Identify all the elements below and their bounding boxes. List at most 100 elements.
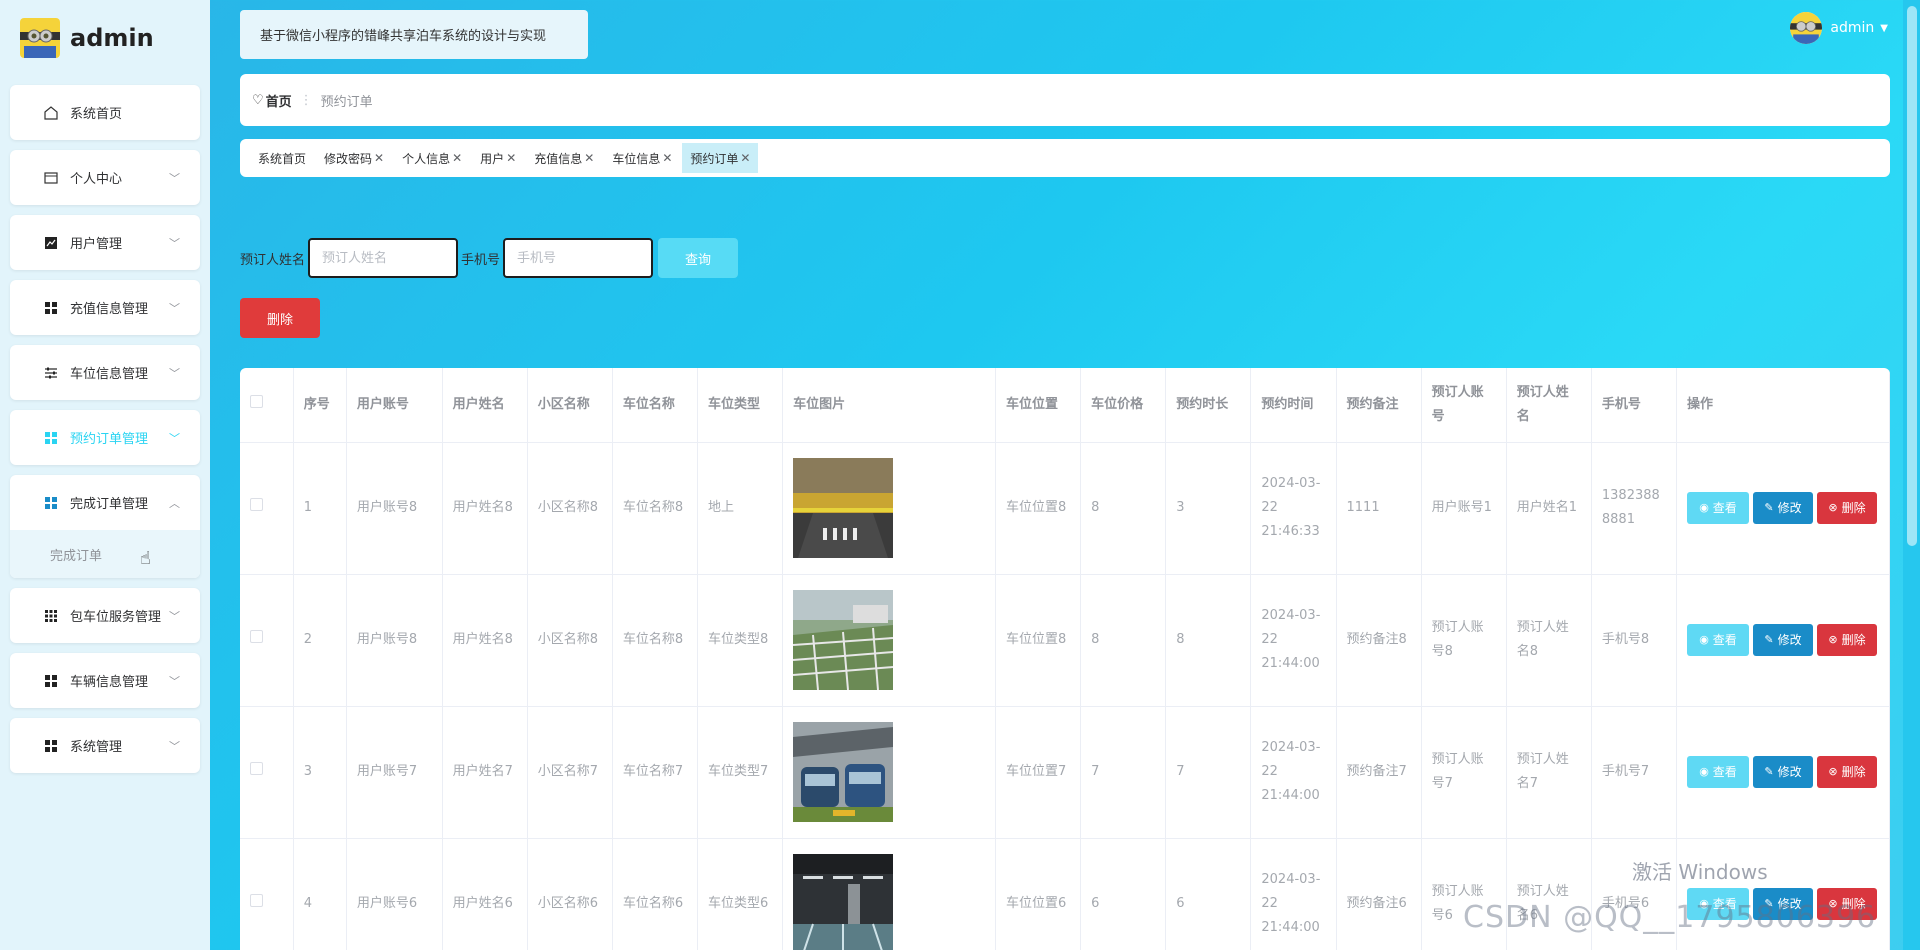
name-label: 预订人姓名 (240, 252, 306, 268)
chevron-down-icon: ﹀ (169, 675, 180, 688)
tag-reservation[interactable]: 预约订单 ✕ (682, 143, 759, 173)
col-header: 手机号 (1591, 368, 1678, 443)
breadcrumb-current: 预约订单 (320, 94, 373, 110)
cell-community: 小区名称8 (527, 574, 613, 707)
sidebar-item-personal[interactable]: 个人中心 ﹀ (10, 150, 200, 205)
col-header: 序号 (293, 368, 347, 443)
tag-change-password[interactable]: 修改密码 ✕ (316, 143, 392, 173)
parking-image (793, 722, 894, 822)
scrollbar-thumb[interactable] (1907, 6, 1917, 546)
cell-no: 1 (293, 442, 347, 575)
delete-label: 删除 (1841, 633, 1866, 647)
cell-price: 8 (1080, 442, 1167, 575)
cell-no: 2 (293, 574, 347, 707)
tag-label: 用户 (480, 151, 505, 166)
edit-button[interactable]: ✎ 修改 (1753, 624, 1813, 656)
cell-booker-name: 预订人姓名7 (1506, 706, 1592, 839)
col-header: 操作 (1676, 368, 1890, 443)
row-select-cell[interactable] (240, 574, 294, 707)
sidebar-item-completed-head[interactable]: 完成订单管理 ︿ (10, 475, 200, 530)
row-checkbox[interactable] (250, 630, 263, 643)
row-select-cell[interactable] (240, 706, 294, 839)
sidebar-item-label: 包车位服务管理 (70, 610, 162, 625)
edit-button[interactable]: ✎ 修改 (1753, 492, 1813, 524)
breadcrumb: ♡ 首页 ⋮ 预约订单 (240, 74, 1890, 126)
tag-label: 车位信息 (612, 151, 661, 166)
view-button[interactable]: ◉ 查看 (1687, 756, 1749, 788)
row-checkbox[interactable] (250, 762, 263, 775)
delete-button[interactable]: ⊗ 删除 (1817, 756, 1877, 788)
chevron-down-icon: ﹀ (169, 367, 180, 380)
sidebar-item-label: 系统首页 (70, 107, 123, 122)
close-icon[interactable]: ✕ (584, 151, 594, 165)
close-icon[interactable]: ✕ (740, 151, 750, 165)
tag-recharge[interactable]: 充值信息 ✕ (526, 143, 602, 173)
sidebar-item-reservation[interactable]: 预约订单管理 ﹀ (10, 410, 200, 465)
cell-price: 8 (1080, 574, 1167, 707)
phone-input[interactable] (503, 238, 654, 278)
tag-users[interactable]: 用户 ✕ (472, 143, 524, 173)
heart-icon: ♡ (252, 92, 264, 108)
delete-button[interactable]: ⊗ 删除 (1817, 624, 1877, 656)
sidebar-item-label: 预约订单管理 (70, 432, 149, 447)
row-checkbox[interactable] (250, 894, 263, 907)
close-icon[interactable]: ✕ (662, 151, 672, 165)
tag-home[interactable]: 系统首页 (250, 143, 314, 173)
table-row: 2 用户账号8 用户姓名8 小区名称8 车位名称8 车位类型8 车位位置8 8 … (240, 574, 1890, 707)
sidebar-item-users[interactable]: 用户管理 ﹀ (10, 215, 200, 270)
close-icon[interactable]: ✕ (452, 151, 462, 165)
cell-price: 6 (1080, 838, 1167, 950)
cell-name: 用户姓名8 (442, 442, 528, 575)
row-select-cell[interactable] (240, 838, 294, 950)
query-button[interactable]: 查询 (658, 238, 739, 278)
close-circle-icon: ⊗ (1828, 633, 1838, 646)
sidebar-item-vehicles[interactable]: 车辆信息管理 ﹀ (10, 653, 200, 708)
view-label: 查看 (1712, 633, 1737, 647)
batch-delete-button[interactable]: 删除 (240, 298, 320, 338)
sidebar-item-label: 系统管理 (70, 740, 123, 755)
brand-avatar (20, 17, 60, 58)
tag-personal-info[interactable]: 个人信息 ✕ (394, 143, 470, 173)
sidebar-subitem-completed-orders[interactable]: 完成订单 (10, 530, 200, 578)
sidebar-item-parking[interactable]: 车位信息管理 ﹀ (10, 345, 200, 400)
sidebar-item-recharge[interactable]: 充值信息管理 ﹀ (10, 280, 200, 335)
row-checkbox[interactable] (250, 498, 263, 511)
tag-parking-info[interactable]: 车位信息 ✕ (604, 143, 680, 173)
chart-icon (42, 234, 60, 252)
cell-space: 车位名称6 (612, 838, 699, 950)
breadcrumb-home[interactable]: 首页 (266, 91, 292, 110)
cell-type: 车位类型6 (697, 838, 784, 950)
sidebar-item-package[interactable]: 包车位服务管理 ﹀ (10, 588, 200, 643)
chevron-down-icon: ﹀ (169, 237, 180, 250)
booker-name-input[interactable] (308, 238, 459, 278)
user-name: admin (1830, 20, 1875, 36)
sidebar-subitem-label: 完成订单 (50, 548, 103, 564)
select-all-cell[interactable] (240, 368, 294, 443)
view-button[interactable]: ◉ 查看 (1687, 492, 1749, 524)
close-circle-icon: ⊗ (1828, 501, 1838, 514)
view-button[interactable]: ◉ 查看 (1687, 624, 1749, 656)
grid-icon (42, 672, 60, 690)
sidebar-item-home[interactable]: 系统首页 (10, 85, 200, 140)
delete-button[interactable]: ⊗ 删除 (1817, 492, 1877, 524)
page-scrollbar[interactable] (1903, 0, 1920, 950)
cell-duration: 7 (1165, 706, 1252, 839)
eye-icon: ◉ (1699, 765, 1709, 778)
csdn-watermark: CSDN @QQ__1795806396 (1463, 900, 1877, 935)
sidebar-item-label: 完成订单管理 (70, 497, 149, 512)
select-all-checkbox[interactable] (250, 394, 263, 408)
edit-label: 修改 (1777, 765, 1802, 779)
close-icon[interactable]: ✕ (506, 151, 516, 165)
row-select-cell[interactable] (240, 442, 294, 575)
sidebar-item-system[interactable]: 系统管理 ﹀ (10, 718, 200, 773)
pencil-icon: ✎ (1764, 765, 1774, 778)
table-row: 3 用户账号7 用户姓名7 小区名称7 车位名称7 车位类型7 车位位置7 7 … (240, 706, 1890, 839)
cell-actions: ◉ 查看 ✎ 修改 ⊗ 删除 (1676, 442, 1890, 575)
col-header: 车位位置 (995, 368, 1082, 443)
cell-remark: 预约备注6 (1336, 838, 1422, 950)
mouse-cursor-icon: ☝ (140, 548, 151, 569)
user-menu[interactable]: admin ▼ (1790, 12, 1888, 44)
close-icon[interactable]: ✕ (374, 151, 384, 165)
sidebar-item-completed[interactable]: 完成订单管理 ︿ 完成订单 (10, 475, 200, 578)
edit-button[interactable]: ✎ 修改 (1753, 756, 1813, 788)
